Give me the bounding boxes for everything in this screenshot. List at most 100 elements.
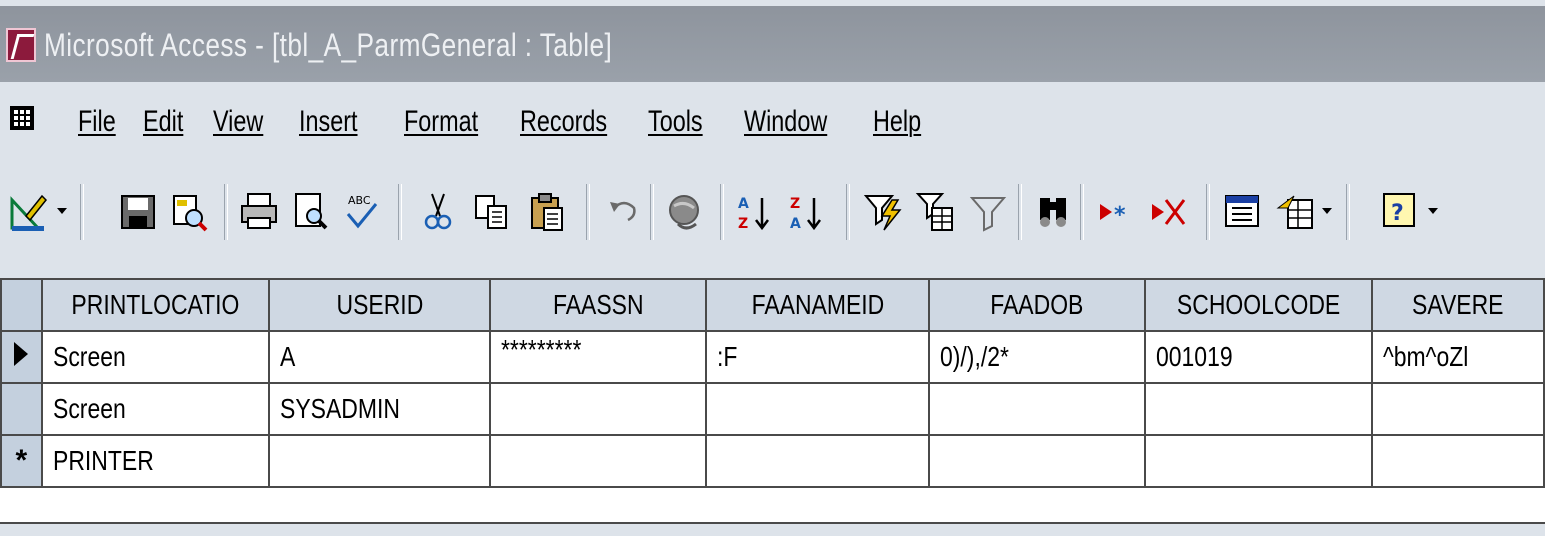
toolbar-separator	[398, 184, 402, 240]
header-row: PRINTLOCATIO USERID FAASSN FAANAMEID FAA…	[0, 278, 1545, 332]
sort-ascending-icon[interactable]: AZ	[734, 190, 778, 234]
table-cell[interactable]	[267, 434, 492, 488]
window-title: Microsoft Access - [tbl_A_ParmGeneral : …	[44, 27, 613, 63]
new-record-icon[interactable]: *	[1094, 190, 1138, 234]
toolbar-separator	[1346, 184, 1350, 240]
new-object-dropdown-icon[interactable]	[1322, 208, 1332, 214]
column-header-printlocation[interactable]: PRINTLOCATIO	[40, 278, 270, 332]
record-selector-new[interactable]: *	[0, 434, 43, 488]
table-cell[interactable]: PRINTER	[40, 434, 270, 488]
title-bar[interactable]: Microsoft Access - [tbl_A_ParmGeneral : …	[0, 6, 1545, 82]
database-window-icon[interactable]	[1222, 190, 1266, 234]
column-header-schoolcode[interactable]: SCHOOLCODE	[1143, 278, 1373, 332]
filter-by-form-icon[interactable]	[914, 190, 958, 234]
toolbar-separator	[720, 184, 724, 240]
spelling-icon[interactable]: ABC	[340, 190, 384, 234]
table-row: Screen A ********* :F 0)/),/2* 001019 ^b…	[0, 330, 1545, 384]
new-record-marker-icon: *	[15, 444, 28, 477]
help-icon[interactable]: ?	[1380, 190, 1424, 234]
access-app-icon[interactable]	[6, 28, 36, 62]
table-cell[interactable]: :F	[705, 330, 930, 384]
toolbar-separator	[80, 184, 84, 240]
menu-tools[interactable]: Tools	[648, 100, 731, 144]
table-row: Screen SYSADMIN	[0, 382, 1545, 436]
menu-format[interactable]: Format	[404, 100, 502, 144]
column-header-faanameid[interactable]: FAANAMEID	[705, 278, 930, 332]
cut-icon[interactable]	[416, 190, 460, 234]
svg-text:A: A	[738, 196, 749, 212]
menu-insert[interactable]: Insert	[299, 100, 389, 144]
column-header-userid[interactable]: USERID	[267, 278, 492, 332]
svg-text:ABC: ABC	[348, 194, 371, 207]
table-cell[interactable]	[489, 382, 708, 436]
filter-by-selection-icon[interactable]	[862, 190, 906, 234]
datasheet-bottom-edge	[0, 522, 1545, 536]
toolbar-separator	[1080, 184, 1084, 240]
find-icon[interactable]	[1032, 190, 1076, 234]
view-dropdown-icon[interactable]	[57, 208, 67, 214]
svg-text:Z: Z	[738, 216, 748, 232]
menu-view[interactable]: View	[213, 100, 288, 144]
table-cell[interactable]: Screen	[40, 382, 270, 436]
new-record-row: * PRINTER	[0, 434, 1545, 488]
table-cell[interactable]: *********	[489, 330, 708, 384]
delete-record-icon[interactable]	[1146, 190, 1190, 234]
table-cell[interactable]: 0)/),/2*	[927, 330, 1146, 384]
toolbar-separator	[1206, 184, 1210, 240]
table-cell[interactable]: ^bm^oZl	[1370, 330, 1545, 384]
print-icon[interactable]	[238, 190, 282, 234]
record-selector-current[interactable]	[0, 330, 43, 384]
toolbar-separator	[650, 184, 654, 240]
table-cell[interactable]: A	[267, 330, 492, 384]
save-icon[interactable]	[116, 190, 160, 234]
paste-icon[interactable]	[526, 190, 570, 234]
table-cell[interactable]	[1143, 434, 1373, 488]
table-cell[interactable]	[705, 382, 930, 436]
column-header-faadob[interactable]: FAADOB	[927, 278, 1146, 332]
toolbar-separator	[1018, 184, 1022, 240]
view-design-icon[interactable]	[8, 190, 52, 234]
insert-hyperlink-icon[interactable]	[664, 190, 708, 234]
undo-icon[interactable]	[602, 190, 646, 234]
table-cell[interactable]: SYSADMIN	[267, 382, 492, 436]
toolbar: ABC AZ ZA * ?	[0, 170, 1545, 262]
menu-records[interactable]: Records	[520, 100, 628, 144]
current-record-icon	[14, 342, 29, 366]
menu-file[interactable]: File	[78, 100, 137, 144]
table-cell[interactable]: 001019	[1143, 330, 1373, 384]
copy-icon[interactable]	[470, 190, 514, 234]
record-selector[interactable]	[0, 382, 43, 436]
menu-help[interactable]: Help	[873, 100, 935, 144]
search-file-icon[interactable]	[168, 190, 212, 234]
access-window: Microsoft Access - [tbl_A_ParmGeneral : …	[0, 0, 1545, 536]
table-cell[interactable]	[1370, 382, 1545, 436]
sort-descending-icon[interactable]: ZA	[786, 190, 830, 234]
toolbar-separator	[224, 184, 228, 240]
column-header-faassn[interactable]: FAASSN	[489, 278, 708, 332]
table-cell[interactable]	[927, 434, 1146, 488]
table-cell[interactable]	[1370, 434, 1545, 488]
toolbar-separator	[586, 184, 590, 240]
column-header-savere[interactable]: SAVERE	[1370, 278, 1545, 332]
datasheet-grid: PRINTLOCATIO USERID FAASSN FAANAMEID FAA…	[0, 278, 1545, 536]
menu-edit[interactable]: Edit	[143, 100, 205, 144]
select-all-corner[interactable]	[0, 278, 43, 332]
apply-filter-icon[interactable]	[966, 190, 1010, 234]
table-cell[interactable]	[1143, 382, 1373, 436]
table-cell[interactable]	[705, 434, 930, 488]
desktop-edge	[1545, 0, 1563, 536]
new-object-icon[interactable]	[1274, 190, 1318, 234]
table-cell[interactable]	[927, 382, 1146, 436]
menu-window[interactable]: Window	[744, 100, 852, 144]
table-cell[interactable]: Screen	[40, 330, 270, 384]
svg-text:*: *	[1114, 203, 1126, 228]
svg-text:A: A	[790, 216, 801, 232]
svg-text:?: ?	[1391, 201, 1404, 226]
datasheet-table: PRINTLOCATIO USERID FAASSN FAANAMEID FAA…	[0, 278, 1545, 488]
menu-bar: File Edit View Insert Format Records Too…	[0, 82, 1545, 170]
table-system-menu-icon[interactable]	[10, 106, 34, 130]
svg-text:Z: Z	[790, 196, 800, 212]
toolbar-options-icon[interactable]	[1428, 208, 1438, 214]
print-preview-icon[interactable]	[290, 190, 334, 234]
table-cell[interactable]	[489, 434, 708, 488]
